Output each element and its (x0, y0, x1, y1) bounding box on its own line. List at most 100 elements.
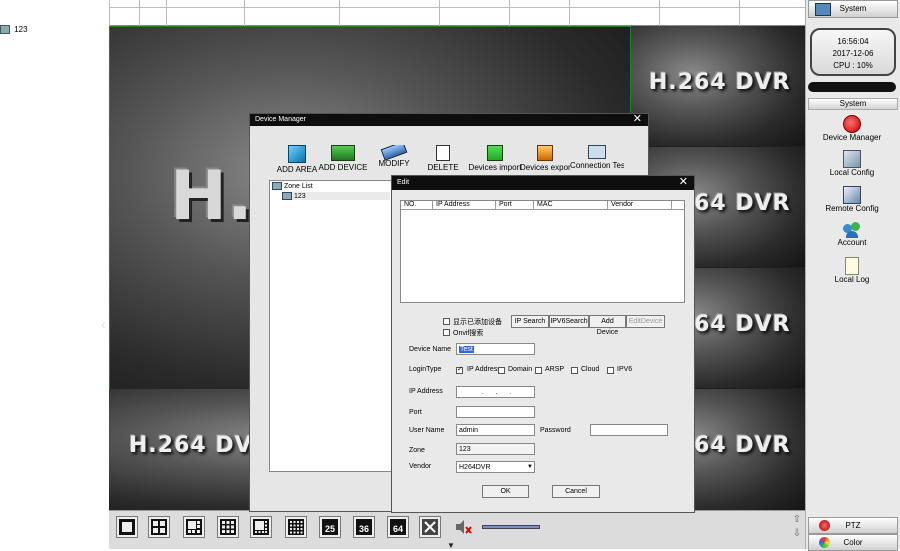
local-config-label: Local Config (829, 168, 875, 177)
edit-dialog: Edit ✕ NO. IP Address Port MAC Vendor 显示… (391, 175, 695, 513)
close-icon[interactable]: ✕ (633, 113, 642, 125)
zone-folder-icon (272, 182, 282, 190)
layout-25-button[interactable]: 25 (319, 516, 341, 538)
account-label: Account (837, 238, 867, 247)
login-domain-label: Domain (508, 366, 533, 373)
local-log-label: Local Log (834, 275, 870, 284)
device-manager-titlebar: Device Manager ✕ (250, 113, 648, 126)
export-icon (537, 145, 553, 161)
ip-address-label: IP Address (409, 388, 443, 395)
chevron-down-icon: ▼ (527, 464, 533, 470)
edit-title: Edit (397, 179, 410, 186)
login-cloud-checkbox[interactable] (571, 367, 578, 374)
layout-1-button[interactable] (116, 516, 138, 538)
ip-search-button[interactable]: IP Search (511, 315, 549, 328)
zone-list-node[interactable]: Zone List (272, 182, 313, 190)
zone-field[interactable]: 123 (456, 443, 535, 455)
add-device-button[interactable]: Add Device (589, 315, 626, 336)
show-added-checkbox[interactable] (443, 318, 450, 325)
layout-9-button[interactable] (217, 516, 239, 538)
zone-child-node[interactable]: 123 (282, 192, 390, 200)
layout-quad-icon (153, 521, 165, 533)
layout-64-button[interactable]: 64 (387, 516, 409, 538)
remote-config-button[interactable]: Remote Config (808, 186, 896, 218)
login-ipv6-label: IPV6 (617, 366, 633, 373)
username-field[interactable]: admin (456, 424, 535, 436)
layout-eight-icon (255, 521, 267, 533)
log-document-icon (845, 257, 859, 275)
system-top-label: System (839, 4, 867, 13)
login-ipv6-checkbox[interactable] (607, 367, 614, 374)
port-field[interactable] (456, 406, 535, 418)
device-folder-icon (0, 25, 10, 35)
ipv6-search-button[interactable]: IPV6Search (549, 315, 589, 328)
import-icon (487, 145, 503, 161)
close-icon[interactable]: ✕ (679, 175, 688, 189)
top-table-strip (109, 0, 805, 26)
collapse-arrow-icon[interactable]: ‹ (101, 316, 106, 332)
layout-6-button[interactable] (183, 516, 205, 538)
local-log-button[interactable]: Local Log (808, 257, 896, 289)
login-domain-checkbox[interactable] (498, 367, 505, 374)
devices-export-button[interactable]: Devices export (520, 145, 570, 175)
vendor-label: Vendor (409, 463, 432, 470)
desktop-item[interactable]: 123 (0, 25, 40, 35)
local-config-button[interactable]: Local Config (808, 150, 896, 182)
scroll-up-down-icon[interactable]: ⇧ ⇩ (791, 513, 803, 547)
mute-speaker-icon[interactable] (454, 519, 472, 535)
clock-panel: 16:56:04 2017-12-06 CPU : 10% (810, 28, 896, 76)
status-bar (808, 82, 896, 92)
edit-titlebar: Edit ✕ (392, 176, 694, 190)
login-ip-checkbox[interactable] (456, 365, 463, 374)
layout-36-button[interactable]: 36 (353, 516, 375, 538)
device-name-label: Device Name (409, 346, 452, 353)
cancel-button[interactable]: Cancel (552, 485, 600, 498)
zone-tree: Zone List 123 (269, 180, 393, 472)
modify-button[interactable]: MODIFY (368, 145, 420, 168)
account-button[interactable]: Account (808, 222, 896, 254)
delete-button[interactable]: DELETE (418, 145, 468, 175)
layout-16-button[interactable] (285, 516, 307, 538)
desktop-item-label: 123 (14, 25, 28, 34)
edit-device-button[interactable]: EditDevice (626, 315, 665, 328)
volume-slider[interactable] (482, 525, 540, 529)
fullscreen-button[interactable] (419, 516, 441, 538)
col-mac: MAC (534, 201, 608, 209)
clock-time: 16:56:04 (837, 37, 869, 46)
layout-4-button[interactable] (148, 516, 170, 538)
color-label: Color (843, 538, 863, 547)
ptz-label: PTZ (845, 521, 861, 530)
search-results-table[interactable]: NO. IP Address Port MAC Vendor (400, 200, 685, 303)
add-device-button[interactable]: ADD DEVICE (316, 145, 370, 172)
show-added-label: 显示已添加设备 (453, 319, 502, 326)
expand-down-icon[interactable]: ▼ (447, 541, 459, 550)
connection-test-button[interactable]: Connection Test (570, 145, 624, 175)
ptz-button[interactable]: PTZ (808, 517, 898, 534)
zone-label: Zone (409, 447, 425, 454)
ok-button[interactable]: OK (482, 485, 529, 498)
system-top-button[interactable]: System (808, 0, 898, 18)
login-arsp-checkbox[interactable] (535, 367, 542, 374)
device-icon (282, 192, 292, 200)
col-no: NO. (401, 201, 433, 209)
login-type-label: LoginType (409, 366, 442, 373)
onvif-checkbox[interactable] (443, 329, 450, 336)
layout-8-button[interactable] (250, 516, 272, 538)
monitor-icon (588, 145, 606, 159)
device-manager-title: Device Manager (255, 116, 306, 123)
color-icon (819, 537, 830, 548)
vendor-select[interactable]: H264DVR ▼ (456, 461, 535, 473)
devices-import-button[interactable]: Devices import (468, 145, 522, 175)
device-manager-button[interactable]: Device Manager (808, 115, 896, 147)
color-button[interactable]: Color (808, 534, 898, 551)
device-name-field[interactable]: Test (456, 343, 535, 355)
ptz-icon (819, 520, 830, 531)
add-area-icon (288, 145, 306, 163)
add-device-icon (331, 145, 355, 161)
ip-address-field[interactable]: . . . (456, 386, 535, 398)
video-cell-2[interactable]: H.264 DVR (631, 26, 805, 146)
layout-six-icon (188, 521, 200, 533)
col-port: Port (496, 201, 534, 209)
password-field[interactable] (590, 424, 668, 436)
port-label: Port (409, 409, 422, 416)
